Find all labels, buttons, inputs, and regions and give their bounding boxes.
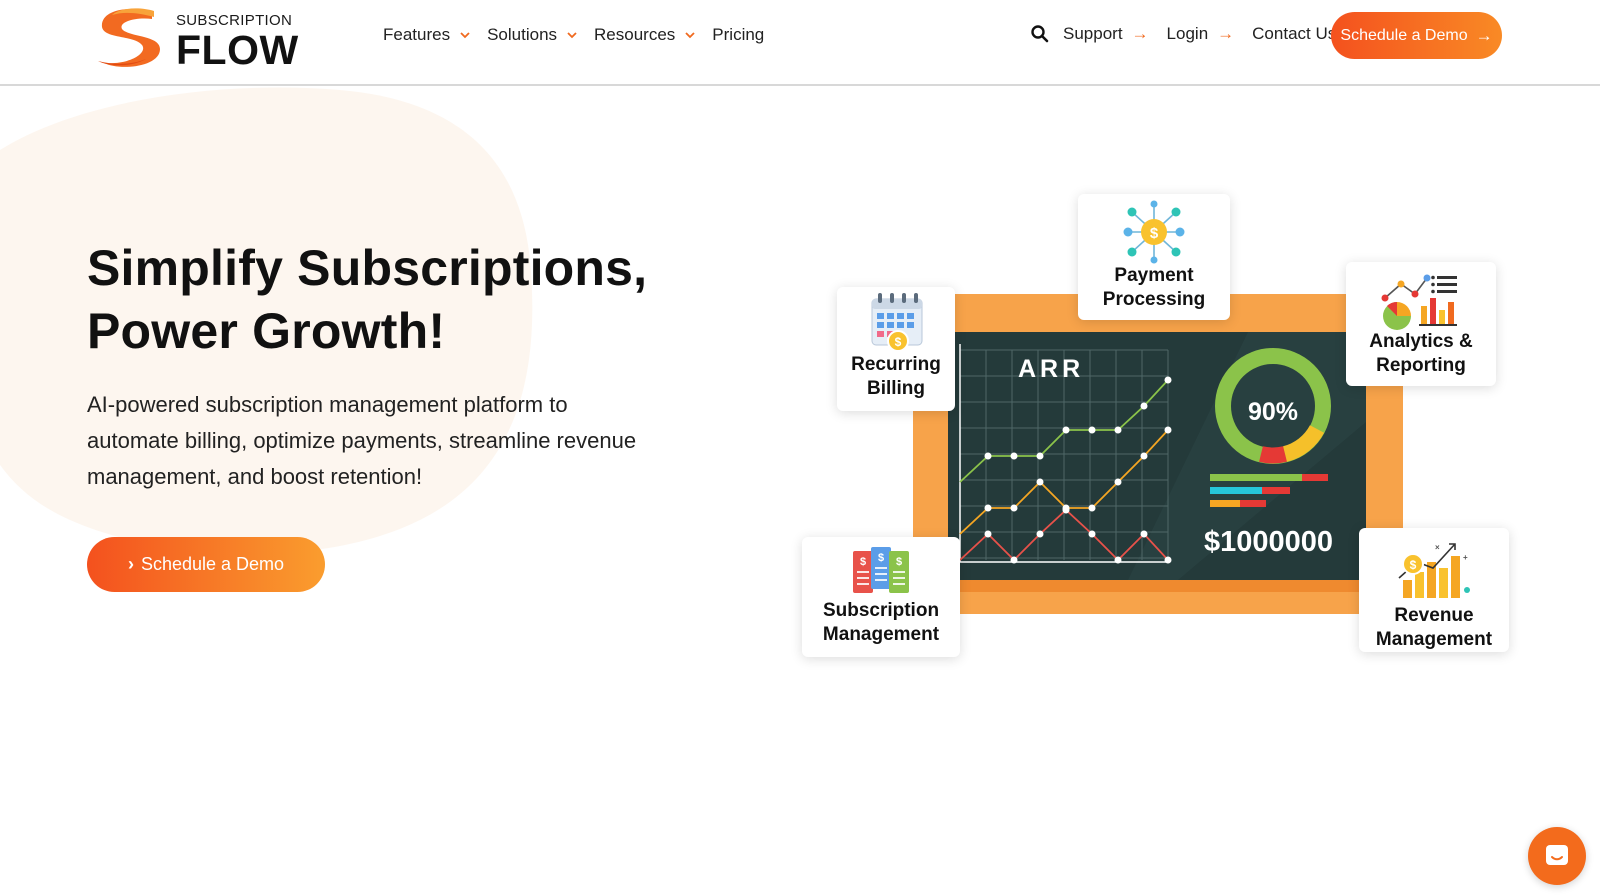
site-header: SUBSCRIPTION FLOW Features Solutions Res… (0, 0, 1600, 86)
svg-text:$: $ (1410, 558, 1417, 572)
schedule-demo-hero-label: Schedule a Demo (140, 554, 285, 574)
nav-resources[interactable]: Resources (594, 24, 696, 46)
nav-solutions[interactable]: Solutions (487, 24, 578, 46)
nav-pricing[interactable]: Pricing (712, 24, 764, 46)
hero-headline-line2: Power Growth! (87, 303, 446, 359)
payment-processing-card: $ Payment Processing (1078, 194, 1230, 320)
contact-label: Contact Us (1252, 24, 1337, 43)
arr-label: ARR (1018, 355, 1085, 383)
chat-launcher-button[interactable] (1528, 827, 1586, 885)
analytics-chart-icon (1381, 274, 1457, 330)
payment-processing-label: Payment Processing (1102, 265, 1206, 310)
hero-headline: Simplify Subscriptions, Power Growth! (87, 237, 647, 363)
arrow-right-icon: → (1217, 24, 1235, 43)
nav-resources-label: Resources (594, 25, 676, 44)
payment-network-icon: $ (1123, 200, 1185, 264)
svg-text:$: $ (860, 556, 866, 568)
svg-text:+: + (1463, 553, 1468, 562)
logo-swoosh-icon (98, 8, 160, 67)
svg-text:$: $ (1150, 225, 1159, 242)
subscription-invoices-icon: $ $ $ (853, 547, 909, 593)
revenue-growth-icon: $ × + (1398, 543, 1470, 598)
subscription-management-card: $ $ $ Subscription Management (802, 537, 960, 657)
schedule-demo-header-label: Schedule a Demo (1340, 26, 1468, 44)
schedule-demo-header-button[interactable]: Schedule a Demo → (1331, 12, 1502, 59)
svg-text:×: × (1435, 543, 1440, 552)
svg-text:$: $ (895, 335, 902, 349)
subscription-management-label: Subscription Management (822, 600, 940, 645)
recurring-billing-label: Recurring Billing (851, 354, 941, 399)
hero-subtext: AI-powered subscription management platf… (87, 387, 707, 495)
login-link[interactable]: Login → (1167, 24, 1235, 44)
logo[interactable]: SUBSCRIPTION FLOW (90, 3, 305, 73)
arrow-right-icon: → (1131, 24, 1149, 43)
revenue-management-label: Revenue Management (1375, 605, 1493, 650)
support-label: Support (1063, 24, 1123, 43)
support-link[interactable]: Support → (1063, 24, 1149, 44)
schedule-demo-hero-button[interactable]: › Schedule a Demo (87, 537, 325, 592)
main-nav: Features Solutions Resources Pricing (383, 24, 764, 46)
login-label: Login (1166, 24, 1209, 43)
hero-subtext-line1: AI-powered subscription management platf… (87, 392, 568, 417)
analytics-reporting-card: Analytics & Reporting (1346, 262, 1496, 386)
chat-icon (1546, 845, 1568, 865)
nav-solutions-label: Solutions (487, 25, 558, 44)
recurring-billing-card: $ Recurring Billing (837, 287, 955, 411)
hero-headline-line1: Simplify Subscriptions, (87, 240, 648, 296)
hero-subtext-line2: automate billing, optimize payments, str… (87, 428, 637, 453)
chevron-down-icon (567, 32, 577, 39)
revenue-value: $1000000 (1204, 526, 1334, 558)
revenue-management-card: $ × + Revenue Management (1359, 528, 1509, 652)
svg-text:$: $ (878, 552, 884, 564)
nav-features[interactable]: Features (383, 24, 471, 46)
donut-percent: 90% (1247, 398, 1299, 426)
chevron-down-icon (685, 32, 695, 39)
chevron-down-icon (460, 32, 470, 39)
hero-subtext-line3: management, and boost retention! (87, 464, 423, 489)
calendar-billing-icon: $ (871, 293, 923, 352)
arrow-right-icon: → (1475, 25, 1493, 45)
analytics-reporting-label: Analytics & Reporting (1369, 331, 1473, 376)
chalkboard-ledge (948, 580, 1366, 592)
logo-main-text: FLOW (176, 27, 299, 73)
utility-nav: Support → Login → Contact Us (1030, 24, 1354, 44)
contact-link[interactable]: Contact Us (1252, 24, 1336, 44)
chevron-right-icon: › (127, 554, 134, 574)
search-icon[interactable] (1030, 24, 1050, 44)
nav-pricing-label: Pricing (712, 25, 765, 44)
nav-features-label: Features (383, 25, 451, 44)
svg-text:$: $ (896, 556, 902, 568)
